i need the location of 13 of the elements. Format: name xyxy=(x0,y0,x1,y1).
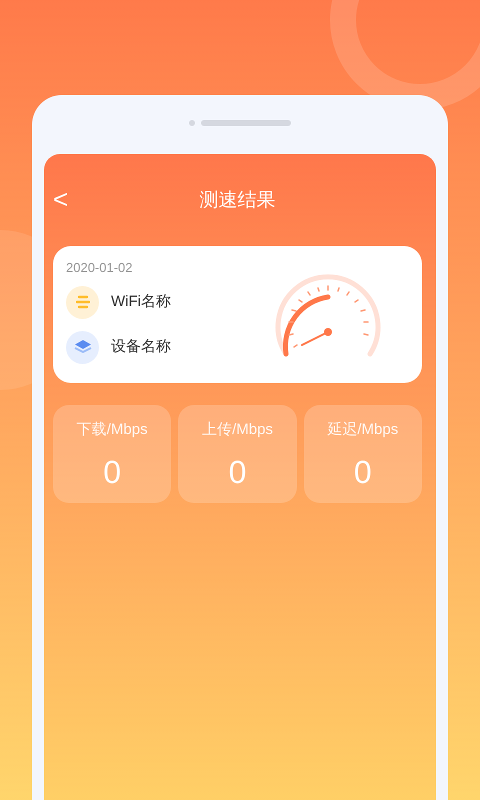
lines-icon xyxy=(66,286,99,318)
stat-label: 上传/Mbps xyxy=(202,420,273,440)
stat-value: 0 xyxy=(103,456,122,488)
stat-value: 0 xyxy=(354,456,372,488)
page-title: 测速结果 xyxy=(200,188,276,213)
info-label: WiFi名称 xyxy=(111,292,171,312)
stat-label: 延迟/Mbps xyxy=(327,420,398,440)
info-label: 设备名称 xyxy=(111,336,171,357)
stat-value: 0 xyxy=(228,456,246,488)
layers-icon xyxy=(66,330,99,364)
stat-label: 下载/Mbps xyxy=(76,420,148,440)
test-date: 2020-01-02 xyxy=(66,259,134,277)
back-button[interactable]: < xyxy=(49,186,72,212)
